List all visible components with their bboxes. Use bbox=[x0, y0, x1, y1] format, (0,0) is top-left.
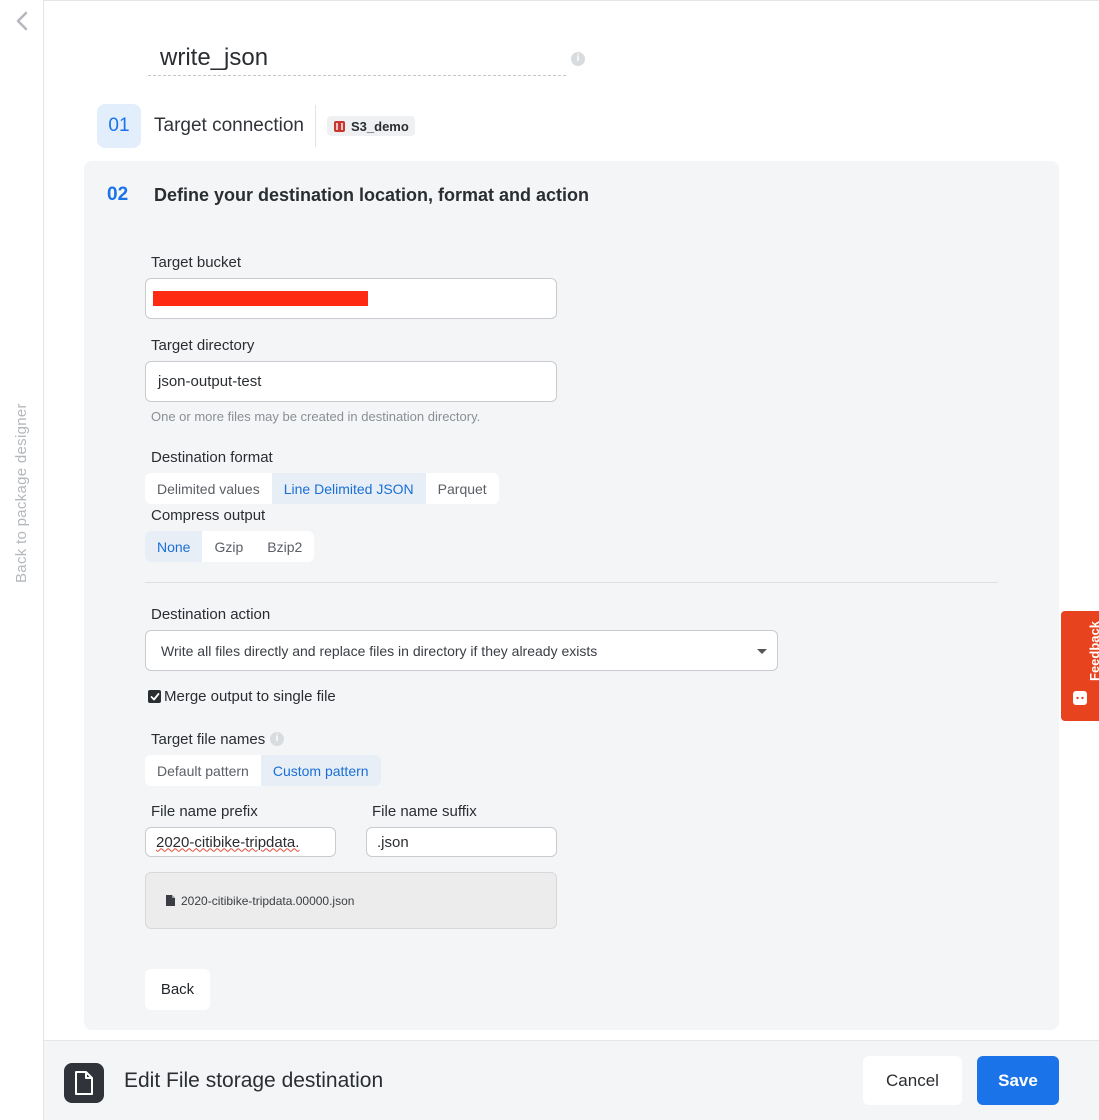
destination-format-label: Destination format bbox=[151, 449, 273, 466]
step-title: Define your destination location, format… bbox=[154, 185, 590, 205]
component-name-field[interactable]: write_json bbox=[148, 40, 566, 76]
left-rail: Back to package designer bbox=[0, 0, 44, 1120]
divider bbox=[315, 105, 316, 147]
file-storage-icon bbox=[64, 1063, 104, 1103]
checkmark-icon bbox=[150, 692, 159, 700]
top-border bbox=[44, 0, 1099, 1]
step-number: 02 bbox=[107, 184, 129, 205]
file-name-prefix-input[interactable]: 2020-citibike-tripdata. bbox=[145, 827, 336, 857]
component-name: write_json bbox=[160, 44, 269, 71]
chevron-left-icon[interactable] bbox=[12, 10, 32, 32]
target-directory-input[interactable]: json-output-test bbox=[145, 361, 557, 402]
step-number: 01 bbox=[97, 104, 141, 148]
info-icon: i bbox=[270, 732, 284, 746]
target-file-names-label: Target file names bbox=[151, 731, 266, 748]
redacted-value bbox=[153, 291, 368, 306]
file-name-suffix-label: File name suffix bbox=[372, 803, 477, 820]
destination-format-selector: Delimited values Line Delimited JSON Par… bbox=[145, 473, 499, 504]
format-option-delimited[interactable]: Delimited values bbox=[145, 473, 272, 504]
compress-option-bzip2[interactable]: Bzip2 bbox=[255, 531, 314, 562]
target-bucket-label: Target bucket bbox=[151, 254, 242, 271]
feedback-face-icon bbox=[1073, 691, 1087, 705]
destination-action-label: Destination action bbox=[151, 606, 271, 623]
target-directory-hint: One or more files may be created in dest… bbox=[151, 409, 481, 424]
compress-output-selector: None Gzip Bzip2 bbox=[145, 531, 315, 562]
step-target-connection[interactable]: 01 Target connection S3_demo bbox=[97, 104, 415, 148]
compress-option-gzip[interactable]: Gzip bbox=[202, 531, 255, 562]
target-directory-value: json-output-test bbox=[158, 373, 262, 390]
format-option-parquet[interactable]: Parquet bbox=[426, 473, 499, 504]
connection-name: S3_demo bbox=[351, 118, 409, 134]
target-bucket-input[interactable] bbox=[145, 278, 557, 319]
s3-bucket-icon bbox=[334, 120, 345, 132]
back-button[interactable]: Back bbox=[145, 969, 210, 1010]
footer-title: Edit File storage destination bbox=[124, 1069, 384, 1092]
back-to-package-designer-link[interactable]: Back to package designer bbox=[13, 403, 30, 583]
target-directory-label: Target directory bbox=[151, 337, 255, 354]
file-name-preview: 2020-citibike-tripdata.00000.json bbox=[145, 872, 557, 929]
connection-chip: S3_demo bbox=[327, 116, 415, 136]
destination-action-value: Write all files directly and replace fil… bbox=[161, 642, 598, 659]
feedback-label: Feedback bbox=[1087, 621, 1099, 681]
file-names-option-custom[interactable]: Custom pattern bbox=[260, 755, 381, 786]
compress-option-none[interactable]: None bbox=[145, 531, 203, 562]
info-icon: i bbox=[571, 52, 585, 66]
target-file-names-selector: Default pattern Custom pattern bbox=[145, 755, 381, 786]
feedback-tab[interactable]: Feedback bbox=[1061, 611, 1099, 721]
file-names-option-default[interactable]: Default pattern bbox=[145, 755, 261, 786]
file-name-suffix-input[interactable]: .json bbox=[366, 827, 557, 857]
caret-down-icon bbox=[757, 649, 767, 654]
file-name-prefix-value: 2020-citibike-tripdata. bbox=[156, 833, 300, 851]
destination-action-select[interactable]: Write all files directly and replace fil… bbox=[145, 630, 778, 671]
preview-filename: 2020-citibike-tripdata.00000.json bbox=[181, 893, 355, 908]
file-name-prefix-label: File name prefix bbox=[151, 803, 258, 820]
compress-output-label: Compress output bbox=[151, 507, 266, 524]
cancel-button[interactable]: Cancel bbox=[863, 1056, 962, 1105]
save-button[interactable]: Save bbox=[977, 1056, 1059, 1105]
step-label: Target connection bbox=[154, 115, 304, 136]
file-name-suffix-value: .json bbox=[377, 833, 409, 851]
merge-output-checkbox[interactable] bbox=[148, 690, 161, 703]
section-divider bbox=[145, 582, 998, 583]
format-option-ldjson[interactable]: Line Delimited JSON bbox=[271, 473, 426, 504]
merge-output-label[interactable]: Merge output to single file bbox=[164, 688, 336, 705]
file-icon bbox=[166, 895, 175, 906]
